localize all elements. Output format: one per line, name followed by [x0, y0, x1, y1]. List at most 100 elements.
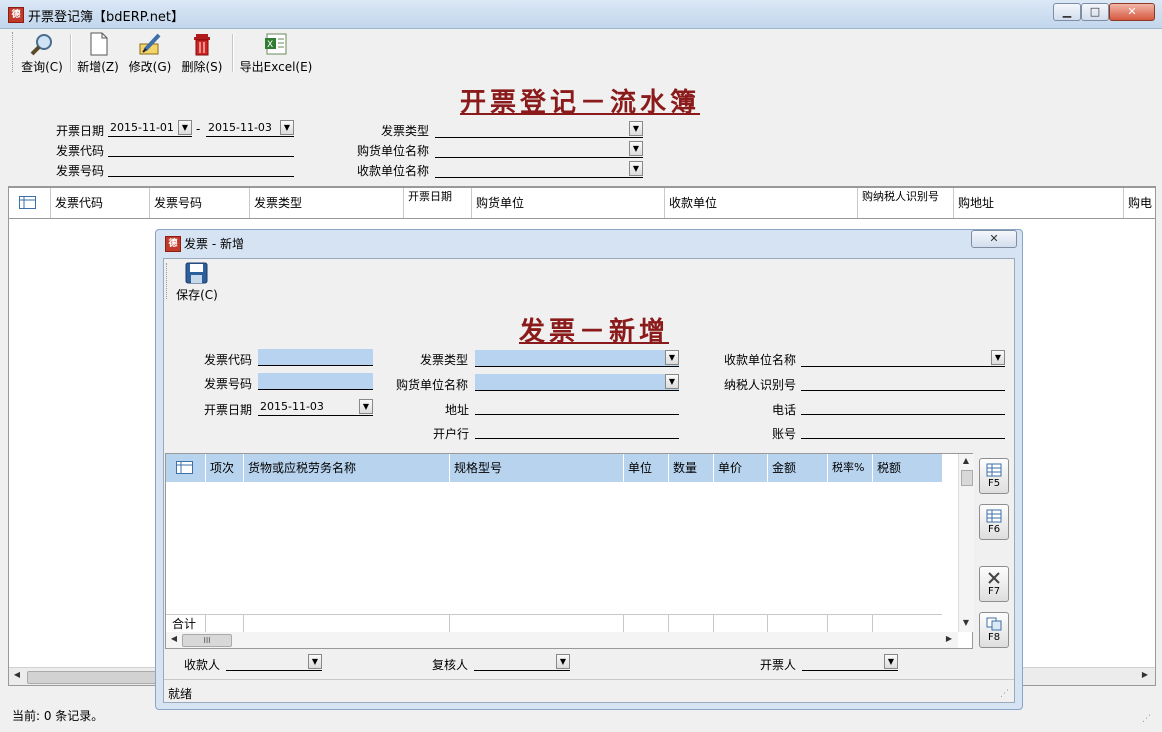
items-vscroll-thumb[interactable]: [961, 470, 973, 486]
total-cell: [828, 615, 873, 633]
chevron-down-icon[interactable]: ▼: [665, 374, 679, 389]
close-button[interactable]: ✕: [1109, 3, 1155, 21]
toolbar-separator: [232, 34, 234, 72]
invoice-no-input[interactable]: [108, 161, 294, 177]
dialog-close-button[interactable]: ✕: [971, 230, 1017, 248]
col-unit-price[interactable]: 单价: [714, 454, 768, 482]
address-label: 地址: [445, 403, 470, 417]
scroll-up-arrow-icon[interactable]: ▲: [961, 456, 971, 465]
account-input[interactable]: [801, 423, 1005, 439]
col-invoice-code[interactable]: 发票代码: [51, 188, 150, 218]
scroll-down-arrow-icon[interactable]: ▼: [961, 618, 971, 627]
col-quantity[interactable]: 数量: [669, 454, 714, 482]
chevron-down-icon[interactable]: ▼: [629, 141, 643, 156]
invoice-no-input[interactable]: [258, 373, 373, 390]
chevron-down-icon[interactable]: ▼: [178, 120, 192, 135]
drawer-label: 开票人: [760, 658, 797, 672]
total-cell: [624, 615, 669, 633]
reviewer-select[interactable]: ▼: [474, 654, 570, 671]
invoice-code-input[interactable]: [258, 349, 373, 366]
trash-icon: [189, 32, 215, 56]
buyer-name-select[interactable]: ▼: [475, 374, 679, 391]
export-excel-button[interactable]: X 导出Excel(E): [238, 32, 314, 75]
payee-unit-select[interactable]: ▼: [801, 350, 1005, 367]
copy-row-button[interactable]: F8: [979, 612, 1009, 648]
chevron-down-icon[interactable]: ▼: [629, 121, 643, 136]
total-cell: [206, 615, 244, 633]
address-input[interactable]: [475, 399, 679, 415]
query-button[interactable]: 查询(C): [20, 32, 64, 75]
col-unit[interactable]: 单位: [624, 454, 669, 482]
export-excel-label: 导出Excel(E): [239, 60, 313, 74]
dialog-status-text: 就绪: [168, 687, 193, 701]
delete-row-button[interactable]: F7: [979, 566, 1009, 602]
col-buyer-phone[interactable]: 购电: [1124, 188, 1155, 218]
add-label: 新增(Z): [77, 60, 119, 74]
excel-icon: X: [263, 32, 289, 56]
chevron-down-icon[interactable]: ▼: [556, 654, 570, 669]
col-spec[interactable]: 规格型号: [450, 454, 624, 482]
scroll-left-arrow-icon[interactable]: ◀: [169, 634, 179, 643]
phone-label: 电话: [772, 403, 797, 417]
col-item-no[interactable]: 项次: [206, 454, 244, 482]
items-vertical-scrollbar[interactable]: ▲ ▼: [958, 454, 974, 632]
edit-button[interactable]: 修改(G): [128, 32, 172, 75]
payee-select[interactable]: ▼: [226, 654, 322, 671]
append-row-button[interactable]: F6: [979, 504, 1009, 540]
maximize-button[interactable]: □: [1081, 3, 1109, 21]
chevron-down-icon[interactable]: ▼: [629, 161, 643, 176]
col-invoice-type[interactable]: 发票类型: [250, 188, 404, 218]
taxpayer-id-label: 纳税人识别号: [724, 378, 797, 392]
save-button[interactable]: 保存(C): [174, 262, 220, 303]
col-amount[interactable]: 金额: [768, 454, 828, 482]
col-tax-amount[interactable]: 税额: [873, 454, 942, 482]
col-buyer-address[interactable]: 购地址: [954, 188, 1124, 218]
invoice-type-select[interactable]: ▼: [435, 121, 643, 138]
chevron-down-icon[interactable]: ▼: [308, 654, 322, 669]
col-invoice-date[interactable]: 开票日期: [404, 188, 472, 218]
drawer-select[interactable]: ▼: [802, 654, 898, 671]
delete-button[interactable]: 删除(S): [180, 32, 224, 75]
minimize-button[interactable]: ▁: [1053, 3, 1081, 21]
invoice-type-select[interactable]: ▼: [475, 350, 679, 367]
main-scroll-thumb[interactable]: [27, 671, 169, 684]
grid-settings-icon[interactable]: [166, 454, 206, 482]
bank-label: 开户行: [433, 427, 470, 441]
scroll-left-arrow-icon[interactable]: ◀: [11, 670, 23, 679]
scroll-right-arrow-icon[interactable]: ▶: [1139, 670, 1151, 679]
invoice-add-dialog[interactable]: 德 发票 - 新增 ✕ 保存(C) 发票－新增 发票代码 发票号码 开票日期 2…: [155, 229, 1023, 710]
buyer-select[interactable]: ▼: [435, 141, 643, 158]
invoice-code-input[interactable]: [108, 141, 294, 157]
insert-row-button[interactable]: F5: [979, 458, 1009, 494]
grid-settings-icon[interactable]: [9, 188, 51, 218]
taxpayer-id-input[interactable]: [801, 375, 1005, 391]
payee-unit-select[interactable]: ▼: [435, 161, 643, 178]
chevron-down-icon[interactable]: ▼: [280, 120, 294, 135]
main-title-bar[interactable]: 德 开票登记簿【bdERP.net】 ▁ □ ✕: [0, 0, 1162, 29]
col-goods-name[interactable]: 货物或应税劳务名称: [244, 454, 450, 482]
invoice-date-picker[interactable]: 2015-11-03 ▼: [258, 399, 373, 416]
phone-input[interactable]: [801, 399, 1005, 415]
date-from-picker[interactable]: 2015-11-01 ▼: [108, 120, 192, 137]
col-buyer[interactable]: 购货单位: [472, 188, 665, 218]
bank-input[interactable]: [475, 423, 679, 439]
items-grid[interactable]: 项次 货物或应税劳务名称 规格型号 单位 数量 单价 金额 税率% 税额 ▲ ▼…: [165, 453, 974, 649]
resize-grip-icon[interactable]: ⋰: [1142, 714, 1154, 726]
date-to-picker[interactable]: 2015-11-03 ▼: [206, 120, 294, 137]
items-horizontal-scrollbar[interactable]: ◀ III ▶: [166, 632, 958, 648]
items-hscroll-thumb[interactable]: III: [182, 634, 232, 647]
chevron-down-icon[interactable]: ▼: [665, 350, 679, 365]
invoice-type-label: 发票类型: [420, 353, 469, 367]
col-tax-rate[interactable]: 税率%: [828, 454, 873, 482]
col-invoice-no[interactable]: 发票号码: [150, 188, 250, 218]
add-button[interactable]: 新增(Z): [76, 32, 120, 75]
col-payee-unit[interactable]: 收款单位: [665, 188, 858, 218]
total-cell: [768, 615, 828, 633]
resize-grip-icon[interactable]: ⋰: [1000, 689, 1012, 701]
scroll-right-arrow-icon[interactable]: ▶: [944, 634, 954, 643]
chevron-down-icon[interactable]: ▼: [991, 350, 1005, 365]
chevron-down-icon[interactable]: ▼: [359, 399, 373, 414]
chevron-down-icon[interactable]: ▼: [884, 654, 898, 669]
col-buyer-taxpayer-id[interactable]: 购纳税人识别号: [858, 188, 954, 218]
account-label: 账号: [772, 427, 797, 441]
